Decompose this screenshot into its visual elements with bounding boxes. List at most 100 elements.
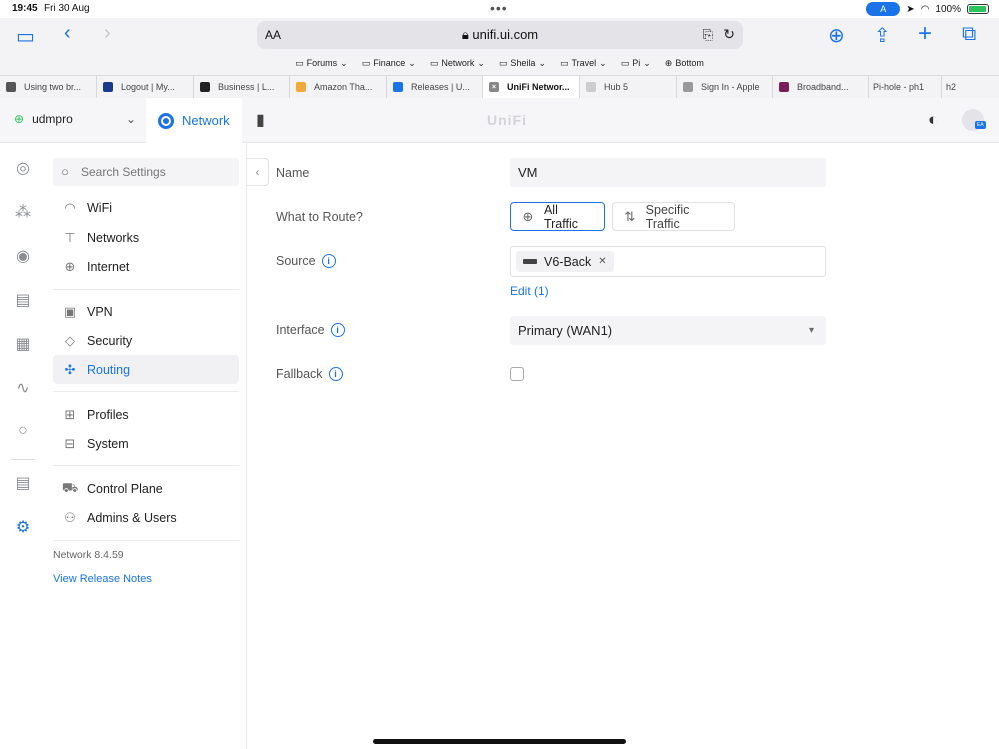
tab[interactable]: h2: [942, 76, 999, 98]
avatar[interactable]: EA: [962, 109, 986, 131]
share-icon[interactable]: ⇪: [874, 23, 891, 48]
topology-icon[interactable]: ⁂: [12, 202, 34, 224]
tab[interactable]: Logout | My...: [97, 76, 194, 98]
theme-toggle-icon[interactable]: ◐: [928, 110, 938, 130]
name-input[interactable]: VM: [510, 158, 826, 187]
fav-label: Sheila: [510, 58, 536, 68]
ports-icon[interactable]: ▦: [12, 334, 34, 356]
sidebar-item-control-plane[interactable]: ⛟ Control Plane: [53, 474, 239, 503]
devices-icon[interactable]: ▤: [12, 290, 34, 312]
home-indicator[interactable]: [373, 739, 626, 744]
tab-overview-icon[interactable]: ⧉: [962, 23, 976, 46]
fallback-checkbox[interactable]: [510, 367, 524, 381]
source-chip-label: V6-Back: [544, 254, 592, 269]
search-input[interactable]: [81, 162, 231, 182]
sidebar-item-networks[interactable]: ⊤ Networks: [53, 223, 239, 252]
address-bar[interactable]: AA 🔒︎ unifi.ui.com ⎘ ↻: [257, 21, 743, 49]
tab[interactable]: Broadband...: [773, 76, 869, 98]
sidebar-item-label: System: [87, 436, 129, 451]
tab-label: Business | L...: [218, 82, 275, 92]
all-traffic-option[interactable]: ⊕ All Traffic: [510, 202, 605, 231]
sidebar-item-profiles[interactable]: ⊞ Profiles: [53, 400, 239, 429]
forward-icon[interactable]: ›: [104, 22, 111, 45]
url-value: unifi.ui.com: [472, 27, 539, 42]
source-edit-link[interactable]: Edit (1): [510, 284, 549, 298]
fav-pi[interactable]: ▭ Pi ⌄: [621, 55, 651, 71]
name-label: Name: [276, 166, 310, 180]
remove-chip-icon[interactable]: ✕: [598, 256, 606, 267]
sidebar-item-internet[interactable]: ⊕ Internet: [53, 252, 239, 281]
interface-select[interactable]: Primary (WAN1) ▾: [510, 316, 826, 345]
fav-travel[interactable]: ▭ Travel ⌄: [560, 55, 607, 71]
tab-label: Amazon Tha...: [314, 82, 373, 92]
fav-forums[interactable]: ▭ Forums ⌄: [295, 55, 348, 71]
info-icon[interactable]: i: [328, 367, 343, 381]
sidebar-item-label: Networks: [87, 230, 140, 245]
version-label: Network 8.4.59: [53, 549, 124, 561]
tab[interactable]: Releases | U...: [387, 76, 483, 98]
sidebar-item-system[interactable]: ⊟ System: [53, 429, 239, 458]
sidebar-item-admins-users[interactable]: ⚇ Admins & Users: [53, 503, 239, 532]
collapse-sidebar-button[interactable]: ‹: [247, 158, 269, 186]
rail-divider: [11, 459, 35, 460]
vpn-icon: ▣: [63, 303, 77, 319]
fallback-label: Fallback: [276, 367, 323, 381]
tab[interactable]: Sign In - Apple: [677, 76, 773, 98]
control-plane-icon: ⛟: [61, 479, 79, 495]
new-tab-icon[interactable]: +: [918, 20, 932, 48]
fav-finance[interactable]: ▭ Finance ⌄: [362, 55, 416, 71]
tab[interactable]: Amazon Tha...: [290, 76, 387, 98]
tab[interactable]: Business | L...: [194, 76, 290, 98]
tab-label: Broadband...: [797, 82, 849, 92]
tab[interactable]: Using two br...: [0, 76, 97, 98]
dashboard-icon[interactable]: ◎: [12, 158, 34, 180]
sidebar-item-label: Security: [87, 333, 133, 348]
sidebar-item-wifi[interactable]: ◠ WiFi: [53, 193, 239, 222]
sidebar-toggle-icon[interactable]: ▭: [16, 24, 35, 49]
folder-icon: ▭: [498, 57, 508, 68]
sidebar-item-vpn[interactable]: ▣ VPN: [53, 297, 239, 326]
nav-divider: [53, 289, 239, 290]
info-icon[interactable]: i: [330, 323, 345, 337]
tab-label: Logout | My...: [121, 82, 175, 92]
specific-traffic-option[interactable]: ⇅ Specific Traffic: [612, 202, 735, 231]
profiles-icon: ⊞: [64, 406, 76, 422]
fav-network[interactable]: ▭ Network ⌄: [430, 55, 485, 71]
wifi-icon: ◠: [64, 199, 76, 215]
fav-sheila[interactable]: ▭ Sheila ⌄: [499, 55, 546, 71]
fav-label: Pi: [632, 58, 641, 68]
sidebar-item-label: VPN: [87, 304, 113, 319]
release-notes-link[interactable]: View Release Notes: [53, 573, 152, 585]
device-icon: [523, 259, 537, 264]
folder-icon: ▭: [620, 57, 630, 68]
search-box[interactable]: ○: [53, 158, 239, 186]
tab[interactable]: Hub 5: [580, 76, 677, 98]
globe-icon: ⊕: [664, 57, 673, 68]
alerts-icon[interactable]: ○: [12, 422, 34, 444]
tab[interactable]: Pi-hole - ph1: [869, 76, 942, 98]
chevron-down-icon: ▾: [808, 325, 814, 336]
reload-icon[interactable]: ↻: [723, 26, 735, 43]
download-icon[interactable]: ⊕: [828, 23, 845, 48]
tab-active[interactable]: × UniFi Networ...: [483, 76, 580, 98]
tab-label: h2: [946, 82, 957, 92]
back-icon[interactable]: ‹: [64, 22, 71, 45]
sidebar-item-routing[interactable]: ✣ Routing: [53, 355, 239, 384]
fallback-label-row: Fallback i: [276, 367, 343, 381]
routing-icon: ✣: [64, 361, 76, 377]
source-selector[interactable]: V6-Back ✕: [510, 246, 826, 277]
info-icon[interactable]: i: [321, 254, 336, 268]
insights-icon[interactable]: ∿: [12, 378, 34, 400]
specific-traffic-label: Specific Traffic: [645, 202, 690, 231]
fav-bottom[interactable]: ⊕ Bottom: [665, 55, 704, 71]
sidebar-item-security[interactable]: ◇ Security: [53, 326, 239, 355]
status-time: 19:45: [12, 3, 38, 14]
settings-icon[interactable]: ⚙: [12, 517, 34, 539]
logs-icon[interactable]: ▤: [12, 473, 34, 495]
tab-close-icon[interactable]: ×: [489, 82, 499, 92]
extension-icon[interactable]: ⎘: [703, 27, 713, 43]
clients-icon[interactable]: ◉: [12, 246, 34, 268]
multitask-dots-icon[interactable]: •••: [490, 0, 508, 16]
sort-arrows-icon: ⇅: [624, 208, 636, 224]
tab-favicon: [393, 82, 403, 92]
